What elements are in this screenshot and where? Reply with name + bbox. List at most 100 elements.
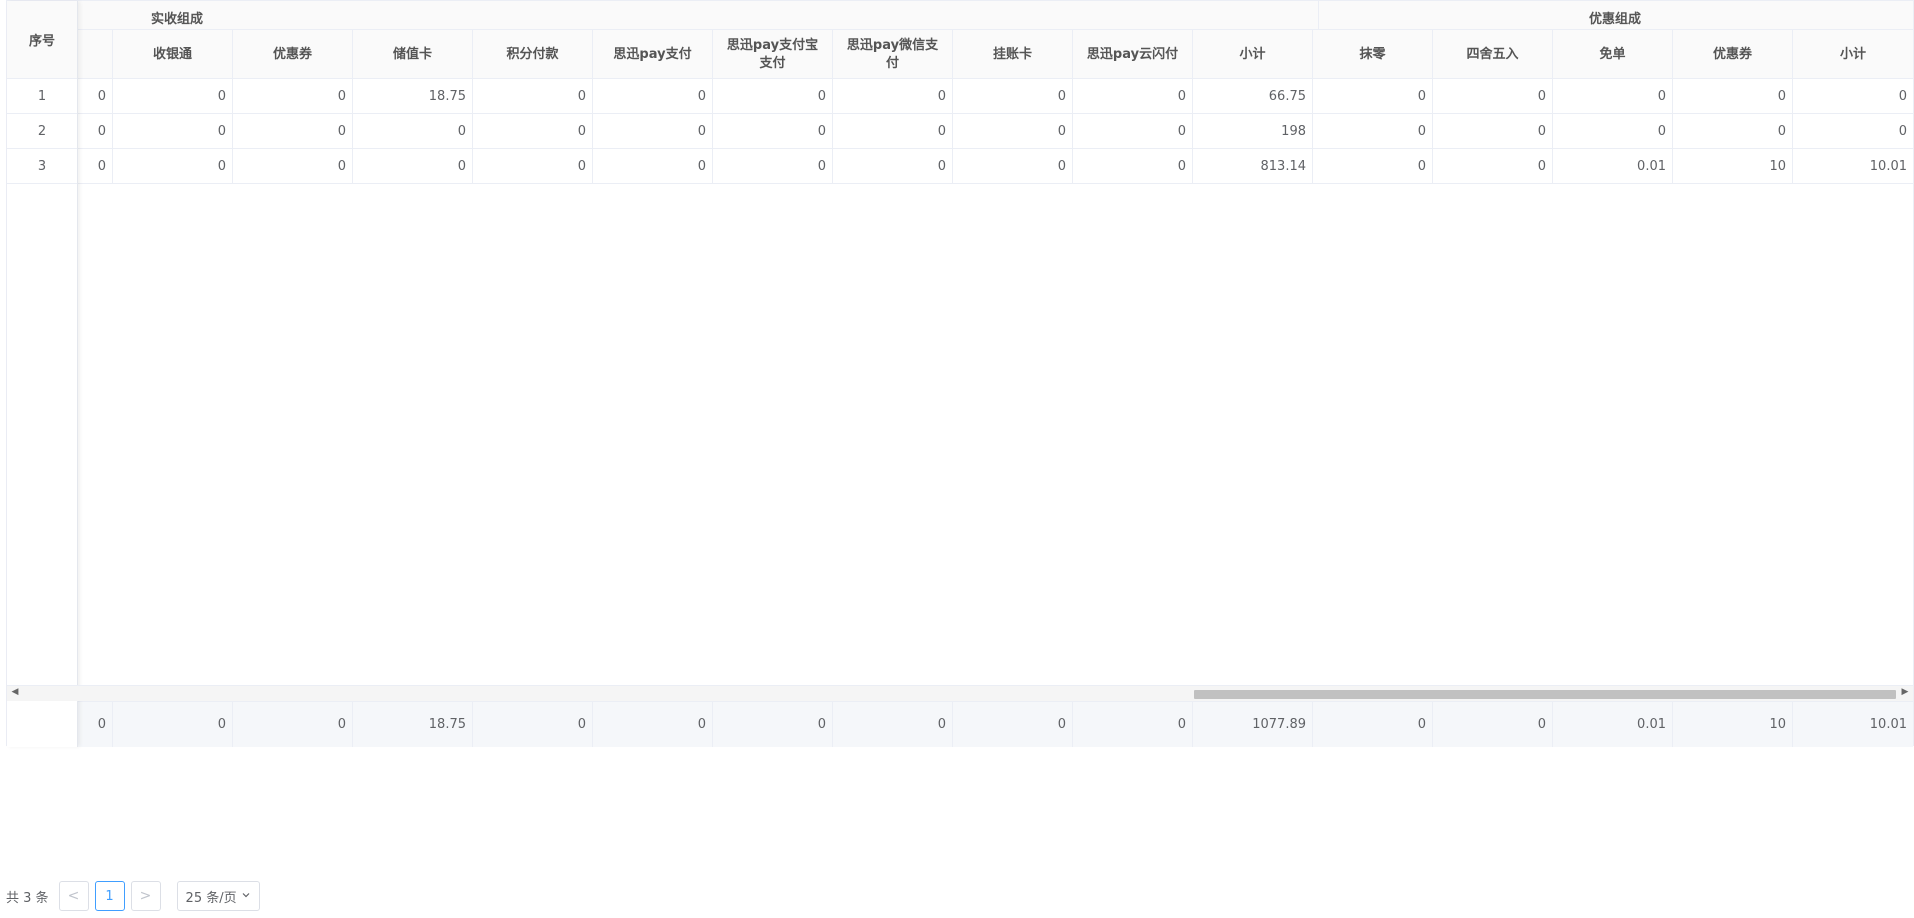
row-index: 3 xyxy=(7,149,77,184)
chevron-left-icon: < xyxy=(67,888,80,904)
summary-cell: 0 xyxy=(113,702,233,747)
table-cell: 0 xyxy=(713,114,833,148)
summary-cell: 0 xyxy=(1433,702,1553,747)
table-cell: 0 xyxy=(1898,123,1907,139)
table-row[interactable]: 0 0 0 0 0 0 0 0 0 0 813.14 0 0 0.01 10 1… xyxy=(78,149,1913,184)
table-cell: 0 xyxy=(833,114,953,148)
table-cell: 0 xyxy=(953,149,1073,183)
table-cell: 0 xyxy=(1553,79,1673,113)
column-header[interactable]: 挂账卡 xyxy=(953,30,1073,79)
table-cell: 0 xyxy=(1433,79,1553,113)
column-header[interactable]: 优惠券 xyxy=(233,30,353,79)
table-cell: 0 xyxy=(1073,149,1193,183)
column-header[interactable]: 小计 xyxy=(1193,30,1313,79)
page-size-value: 25 条/页 xyxy=(185,890,237,906)
table-cell: 813.14 xyxy=(1193,149,1313,183)
table-cell: 0 xyxy=(1898,88,1907,104)
column-header[interactable]: 小计 xyxy=(1793,30,1913,79)
table-cell: 0 xyxy=(593,114,713,148)
summary-cell: 0 xyxy=(233,702,353,747)
summary-cell: 0 xyxy=(78,702,113,747)
table-cell: 0 xyxy=(113,149,233,183)
summary-cell: 0 xyxy=(833,702,953,747)
table-cell: 0.01 xyxy=(1553,149,1673,183)
table-cell: 0 xyxy=(78,114,113,148)
table-cell: 0 xyxy=(1073,114,1193,148)
table-cell: 0 xyxy=(1073,79,1193,113)
column-header[interactable]: 储值卡 xyxy=(353,30,473,79)
table-cell: 10 xyxy=(1673,149,1793,183)
group-header-received: 实收组成 xyxy=(78,1,1319,30)
table-cell: 0 xyxy=(593,79,713,113)
table-cell: 0 xyxy=(1313,114,1433,148)
column-header[interactable]: 思迅pay支付宝支付 xyxy=(713,30,833,79)
table-cell: 0 xyxy=(1553,114,1673,148)
total-count: 共 3 条 xyxy=(6,890,49,906)
group-header-received-label: 实收组成 xyxy=(151,12,204,27)
table-cell: 66.75 xyxy=(1193,79,1313,113)
page-size-select[interactable]: 25 条/页 xyxy=(176,881,260,911)
table-cell: 0 xyxy=(473,79,593,113)
column-header[interactable]: 积分付款 xyxy=(473,30,593,79)
column-header[interactable]: 免单 xyxy=(1553,30,1673,79)
table-cell: 10.01 xyxy=(1869,158,1907,174)
prev-page-button[interactable]: < xyxy=(58,881,89,911)
table-cell: 18.75 xyxy=(353,79,473,113)
data-table: 实收组成 优惠组成 收银通 优惠券 储值卡 积分付款 思迅pay支付 思迅pay… xyxy=(6,0,1914,747)
column-header[interactable] xyxy=(78,30,113,79)
table-row[interactable]: 0 0 0 0 0 0 0 0 0 0 198 0 0 0 0 0 xyxy=(78,114,1913,149)
table-cell: 0 xyxy=(233,79,353,113)
table-cell: 0 xyxy=(1433,149,1553,183)
summary-cell: 18.75 xyxy=(353,702,473,747)
summary-row: 合计 0 0 0 18.75 0 0 0 0 0 0 1077.89 0 0 0… xyxy=(7,701,1913,747)
next-page-button[interactable]: > xyxy=(130,881,161,911)
table-cell: 0 xyxy=(473,114,593,148)
table-cell: 0 xyxy=(593,149,713,183)
triangle-left-icon[interactable]: ◀ xyxy=(9,687,21,697)
column-header[interactable]: 思迅pay微信支付 xyxy=(833,30,953,79)
column-header-row: 收银通 优惠券 储值卡 积分付款 思迅pay支付 思迅pay支付宝支付 思迅pa… xyxy=(78,30,1913,79)
table-row[interactable]: 0 0 0 18.75 0 0 0 0 0 0 66.75 0 0 0 0 0 xyxy=(78,79,1913,114)
column-header[interactable]: 优惠券 xyxy=(1673,30,1793,79)
pagination: 共 3 条 < 1 > 25 条/页 xyxy=(6,880,260,912)
table-cell: 0 xyxy=(1313,79,1433,113)
table-cell: 0 xyxy=(1673,114,1793,148)
summary-cell: 10 xyxy=(1673,702,1793,747)
group-header-discount: 优惠组成 xyxy=(1319,1,1913,30)
row-index: 1 xyxy=(7,79,77,114)
table-cell: 0 xyxy=(1433,114,1553,148)
chevron-down-icon xyxy=(241,890,251,903)
table-cell: 0 xyxy=(353,149,473,183)
horizontal-scrollbar[interactable]: ◀ ▶ xyxy=(7,685,1913,701)
column-header[interactable]: 思迅pay云闪付 xyxy=(1073,30,1193,79)
scroll-thumb[interactable] xyxy=(1194,690,1896,699)
table-cell: 0 xyxy=(1673,79,1793,113)
summary-cell: 0 xyxy=(1313,702,1433,747)
summary-cell: 1077.89 xyxy=(1193,702,1313,747)
table-cell: 198 xyxy=(1193,114,1313,148)
table-cell: 0 xyxy=(233,149,353,183)
group-header-discount-label: 优惠组成 xyxy=(1589,12,1642,27)
table-cell: 0 xyxy=(78,79,113,113)
triangle-right-icon[interactable]: ▶ xyxy=(1899,687,1911,697)
column-header[interactable]: 抹零 xyxy=(1313,30,1433,79)
column-header[interactable]: 思迅pay支付 xyxy=(593,30,713,79)
column-header[interactable]: 四舍五入 xyxy=(1433,30,1553,79)
page-number-button[interactable]: 1 xyxy=(94,881,125,911)
summary-cell: 0 xyxy=(953,702,1073,747)
summary-cell: 10.01 xyxy=(1869,717,1907,732)
row-index: 2 xyxy=(7,114,77,149)
summary-cell: 0 xyxy=(713,702,833,747)
table-cell: 0 xyxy=(233,114,353,148)
summary-cell: 0 xyxy=(473,702,593,747)
table-cell: 0 xyxy=(833,79,953,113)
table-cell: 0 xyxy=(1313,149,1433,183)
summary-cell: 0 xyxy=(1073,702,1193,747)
table-cell: 0 xyxy=(113,79,233,113)
table-cell: 0 xyxy=(953,114,1073,148)
column-header[interactable]: 收银通 xyxy=(113,30,233,79)
table-cell: 0 xyxy=(713,79,833,113)
summary-cell: 0 xyxy=(593,702,713,747)
table-cell: 0 xyxy=(953,79,1073,113)
index-header: 序号 xyxy=(7,1,77,79)
